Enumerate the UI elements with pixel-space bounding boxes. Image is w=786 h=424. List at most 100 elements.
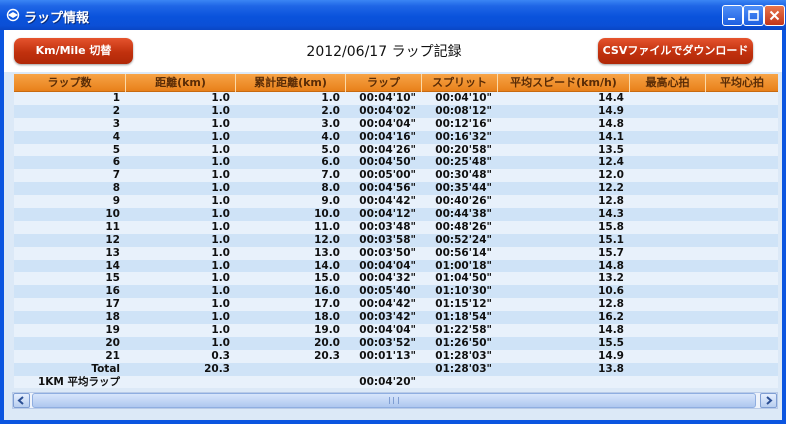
column-header[interactable]: スプリット: [422, 74, 498, 92]
table-cell: [706, 285, 778, 298]
table-cell: [630, 221, 706, 234]
horizontal-scrollbar[interactable]: [12, 392, 778, 409]
table-cell: 1KM 平均ラップ: [37, 375, 120, 388]
table-cell: [630, 324, 706, 337]
table-cell: 1.0: [211, 336, 230, 349]
table-row[interactable]: 16 1.0 16.0 00:05'40" 01:10'30" 10.6: [14, 285, 778, 299]
table-cell: 00:04'50": [359, 156, 416, 169]
table-body: 1 1.0 1.0 00:04'10" 00:04'10" 14.4 2 1.0 2.0 00:0…: [14, 92, 778, 389]
table-row[interactable]: 4 1.0 4.0 00:04'16" 00:16'32" 14.1: [14, 130, 778, 144]
unit-toggle-button[interactable]: Km/Mile 切替: [14, 38, 133, 64]
column-header[interactable]: 累計距離(km): [236, 74, 346, 92]
scroll-left-button[interactable]: [13, 393, 30, 408]
minimize-button[interactable]: [722, 5, 743, 26]
csv-download-button[interactable]: CSVファイルでダウンロード: [598, 38, 753, 64]
table-cell: 6: [112, 156, 120, 169]
close-icon: [769, 10, 780, 21]
table-cell: 1.0: [211, 92, 230, 104]
column-header[interactable]: ラップ: [346, 74, 422, 92]
table-row[interactable]: 14 1.0 14.0 00:04'04" 01:00'18" 14.8: [14, 259, 778, 273]
table-cell: [706, 376, 778, 389]
table-cell: 00:44'38": [435, 208, 492, 221]
table-cell: 00:01'13": [359, 349, 416, 362]
table-row[interactable]: 1 1.0 1.0 00:04'10" 00:04'10" 14.4: [14, 92, 778, 105]
table-cell: 00:04'42": [359, 195, 416, 208]
column-header[interactable]: 平均心拍: [706, 74, 778, 92]
table-row[interactable]: 15 1.0 15.0 00:04'32" 01:04'50" 13.2: [14, 272, 778, 286]
table-row[interactable]: 12 1.0 12.0 00:03'58" 00:52'24" 15.1: [14, 233, 778, 247]
table-cell: 00:04'12": [359, 208, 416, 221]
table-row[interactable]: 11 1.0 11.0 00:03'48" 00:48'26" 15.8: [14, 220, 778, 234]
table-cell: 14.8: [598, 117, 624, 130]
table-row[interactable]: 20 1.0 20.0 00:03'52" 01:26'50" 15.5: [14, 336, 778, 350]
table-cell: [422, 376, 498, 389]
table-row[interactable]: 17 1.0 17.0 00:04'42" 01:15'12" 12.8: [14, 298, 778, 312]
table-row[interactable]: 5 1.0 5.0 00:04'26" 00:20'58" 13.5: [14, 143, 778, 157]
table-cell: [706, 234, 778, 247]
table-cell: 11.0: [314, 220, 340, 233]
scroll-thumb[interactable]: [32, 393, 756, 408]
table-row[interactable]: Total 20.3 01:28'03" 13.8: [14, 362, 778, 376]
table-cell: [706, 260, 778, 273]
table-cell: 1.0: [211, 259, 230, 272]
column-header[interactable]: ラップ数: [14, 74, 126, 92]
table-row[interactable]: 19 1.0 19.0 00:04'04" 01:22'58" 14.8: [14, 324, 778, 337]
column-header[interactable]: 平均スピード(km/h): [498, 74, 630, 92]
arrow-left-icon: [17, 396, 24, 405]
table-cell: [346, 363, 422, 376]
title-bar[interactable]: ラップ情報: [0, 0, 786, 30]
table-row[interactable]: 8 1.0 8.0 00:04'56" 00:35'44" 12.2: [14, 182, 778, 196]
table-cell: 1.0: [211, 298, 230, 311]
table-cell: 9.0: [321, 195, 340, 208]
table-cell: 00:52'24": [435, 233, 492, 246]
table-cell: [706, 118, 778, 131]
window-title: ラップ情報: [24, 11, 90, 26]
table-row[interactable]: 13 1.0 13.0 00:03'50" 00:56'14" 15.7: [14, 246, 778, 260]
table-cell: 00:04'20": [359, 375, 416, 388]
table-cell: 00:20'58": [435, 143, 492, 156]
table-cell: [630, 118, 706, 131]
table-cell: 12.0: [598, 169, 624, 182]
table-cell: 2.0: [321, 104, 340, 117]
column-header[interactable]: 距離(km): [126, 74, 236, 92]
maximize-button[interactable]: [743, 5, 764, 26]
table-row[interactable]: 1KM 平均ラップ 00:04'20": [14, 375, 778, 389]
table-row[interactable]: 9 1.0 9.0 00:04'42" 00:40'26" 12.8: [14, 195, 778, 209]
table-row[interactable]: 18 1.0 18.0 00:03'42" 01:18'54" 16.2: [14, 311, 778, 325]
column-header[interactable]: 最高心拍: [630, 74, 706, 92]
table-cell: [706, 182, 778, 195]
table-cell: 00:48'26": [435, 220, 492, 233]
table-row[interactable]: 3 1.0 3.0 00:04'04" 00:12'16" 14.8: [14, 117, 778, 131]
table-row[interactable]: 2 1.0 2.0 00:04'02" 00:08'12" 14.9: [14, 104, 778, 118]
table-cell: 1.0: [211, 246, 230, 259]
table-cell: 2: [112, 104, 120, 117]
table-cell: 13.5: [598, 143, 624, 156]
table-cell: [630, 285, 706, 298]
close-button[interactable]: [764, 5, 785, 26]
table-cell: [630, 298, 706, 311]
table-cell: 1.0: [211, 156, 230, 169]
table-cell: [630, 195, 706, 208]
table-cell: 9: [112, 195, 120, 208]
table-row[interactable]: 6 1.0 6.0 00:04'50" 00:25'48" 12.4: [14, 156, 778, 170]
page-title: 2012/06/17 ラップ記録: [306, 44, 462, 60]
table-cell: 0.3: [211, 349, 230, 362]
table-cell: [236, 376, 346, 389]
table-row[interactable]: 21 0.3 20.3 00:01'13" 01:28'03" 14.9: [14, 349, 778, 363]
table-cell: 8: [112, 182, 120, 195]
table-cell: 01:28'03": [435, 349, 492, 362]
table-cell: 00:03'58": [359, 233, 416, 246]
table-cell: [630, 169, 706, 182]
client-area: Km/Mile 切替 2012/06/17 ラップ記録 CSVファイルでダウンロ…: [4, 30, 782, 420]
table-cell: 19: [105, 324, 120, 337]
table-row[interactable]: 7 1.0 7.0 00:05'00" 00:30'48" 12.0: [14, 169, 778, 183]
table-cell: [630, 234, 706, 247]
table-cell: [706, 247, 778, 260]
table-cell: 1.0: [211, 272, 230, 285]
table-cell: [630, 272, 706, 285]
scroll-right-button[interactable]: [760, 393, 777, 408]
table-row[interactable]: 10 1.0 10.0 00:04'12" 00:44'38" 14.3: [14, 208, 778, 221]
table-cell: 01:04'50": [435, 272, 492, 285]
table-cell: 7: [112, 169, 120, 182]
table-cell: [630, 376, 706, 389]
